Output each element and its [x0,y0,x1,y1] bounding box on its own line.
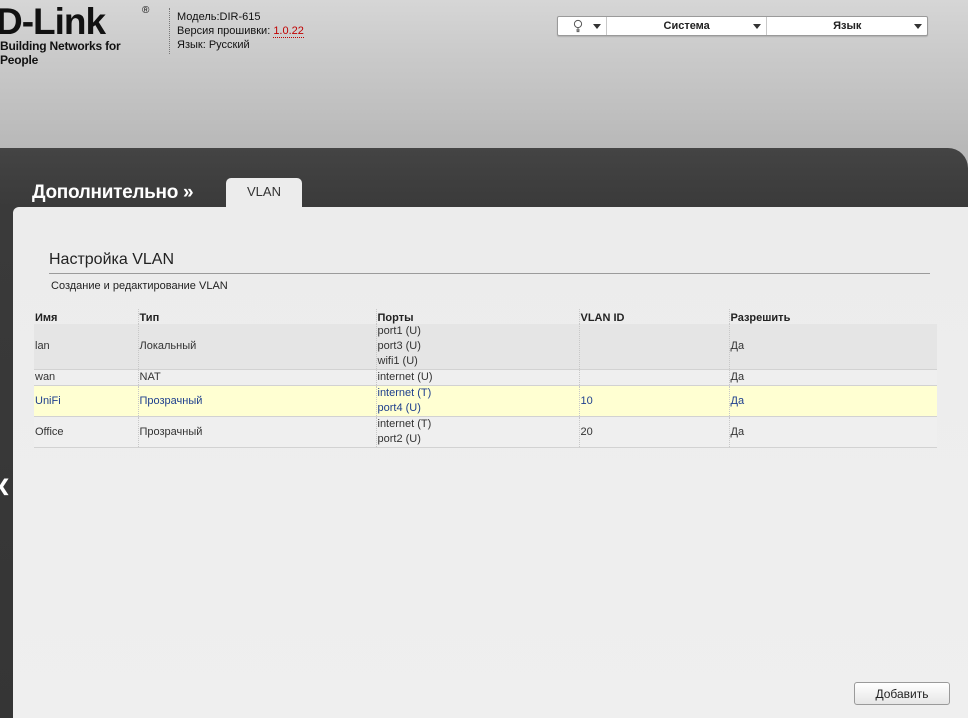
model-label: Модель: [177,11,220,23]
language-line: Язык: Русский [177,38,304,52]
port-entry: port2 (U) [377,433,421,445]
title-divider [49,273,930,274]
firmware-line: Версия прошивки: 1.0.22 [177,24,304,38]
cell-name: wan [34,369,139,386]
port-entry: internet (U) [377,371,433,383]
header-divider [169,8,170,54]
language-menu-label: Язык [833,20,862,32]
cell-allow: Да [729,369,937,386]
chevron-down-icon [592,24,601,29]
model-value: DIR-615 [219,11,261,23]
cell-ports: internet (T) port2 (U) [376,416,580,448]
cell-allow: Да [729,324,937,370]
system-menu[interactable]: Система [607,17,768,35]
chevron-left-icon[interactable]: ❮ [0,476,10,496]
language-menu[interactable]: Язык [767,17,927,35]
table-row[interactable]: Office Прозрачный internet (T) port2 (U)… [34,416,937,448]
column-header-vlan-id: VLAN ID [579,309,730,324]
cell-type: Локальный [138,324,377,370]
page-title: Настройка VLAN [49,251,175,268]
cell-ports: internet (T) port4 (U) [376,385,580,417]
logo-registered-mark: ® [142,5,150,16]
column-header-name: Имя [34,309,139,324]
cell-ports: internet (U) [376,369,580,386]
table-row-highlighted[interactable]: UniFi Прозрачный internet (T) port4 (U) … [34,385,937,417]
firmware-label: Версия прошивки: [177,25,271,37]
port-entry: wifi1 (U) [377,355,418,367]
cell-type: NAT [138,369,377,386]
cell-type: Прозрачный [138,416,377,448]
cell-vlan-id [579,324,730,370]
cell-name: lan [34,324,139,370]
port-entry: port3 (U) [377,340,421,352]
cell-name: Office [34,416,139,448]
cell-type: Прозрачный [138,385,377,417]
logo-wordmark: D-Link [0,1,106,42]
column-header-ports: Порты [376,309,580,324]
cell-allow: Да [729,385,937,417]
tab-vlan[interactable]: VLAN [226,178,302,208]
device-info: Модель:DIR-615 Версия прошивки: 1.0.22 Я… [177,10,304,52]
dlink-logo: D-Link ® Building Networks for People [0,1,161,68]
language-label: Язык: [177,39,206,51]
vlan-table: Имя Тип Порты VLAN ID Разрешить lan Лока… [34,309,937,448]
table-header-row: Имя Тип Порты VLAN ID Разрешить [34,309,937,324]
chevron-down-icon [753,24,762,29]
cell-vlan-id [579,369,730,386]
language-value: Русский [208,39,250,51]
port-entry: port4 (U) [377,402,421,414]
column-header-type: Тип [138,309,377,324]
port-entry: internet (T) [377,387,432,399]
cell-vlan-id: 10 [579,385,730,417]
lightbulb-icon [573,19,583,33]
hint-menu[interactable] [558,17,607,35]
content-panel: Настройка VLAN Создание и редактирование… [13,207,968,718]
cell-vlan-id: 20 [579,416,730,448]
add-button[interactable]: Добавить [854,682,950,705]
top-menu-bar: Система Язык [557,16,928,36]
chevron-down-icon [914,24,922,29]
system-menu-label: Система [663,20,710,32]
cell-allow: Да [729,416,937,448]
section-title[interactable]: Дополнительно » [32,182,194,204]
logo-tagline: Building Networks for People [0,39,121,67]
cell-ports: port1 (U) port3 (U) wifi1 (U) [376,324,580,370]
port-entry: internet (T) [377,418,432,430]
table-row[interactable]: wan NAT internet (U) Да [34,369,937,386]
table-row[interactable]: lan Локальный port1 (U) port3 (U) wifi1 … [34,324,937,370]
port-entry: port1 (U) [377,325,421,337]
page-subtitle: Создание и редактирование VLAN [51,280,228,292]
column-header-allow: Разрешить [730,312,791,324]
cell-name: UniFi [34,385,139,417]
model-line: Модель:DIR-615 [177,10,304,24]
firmware-version-link[interactable]: 1.0.22 [273,25,304,38]
